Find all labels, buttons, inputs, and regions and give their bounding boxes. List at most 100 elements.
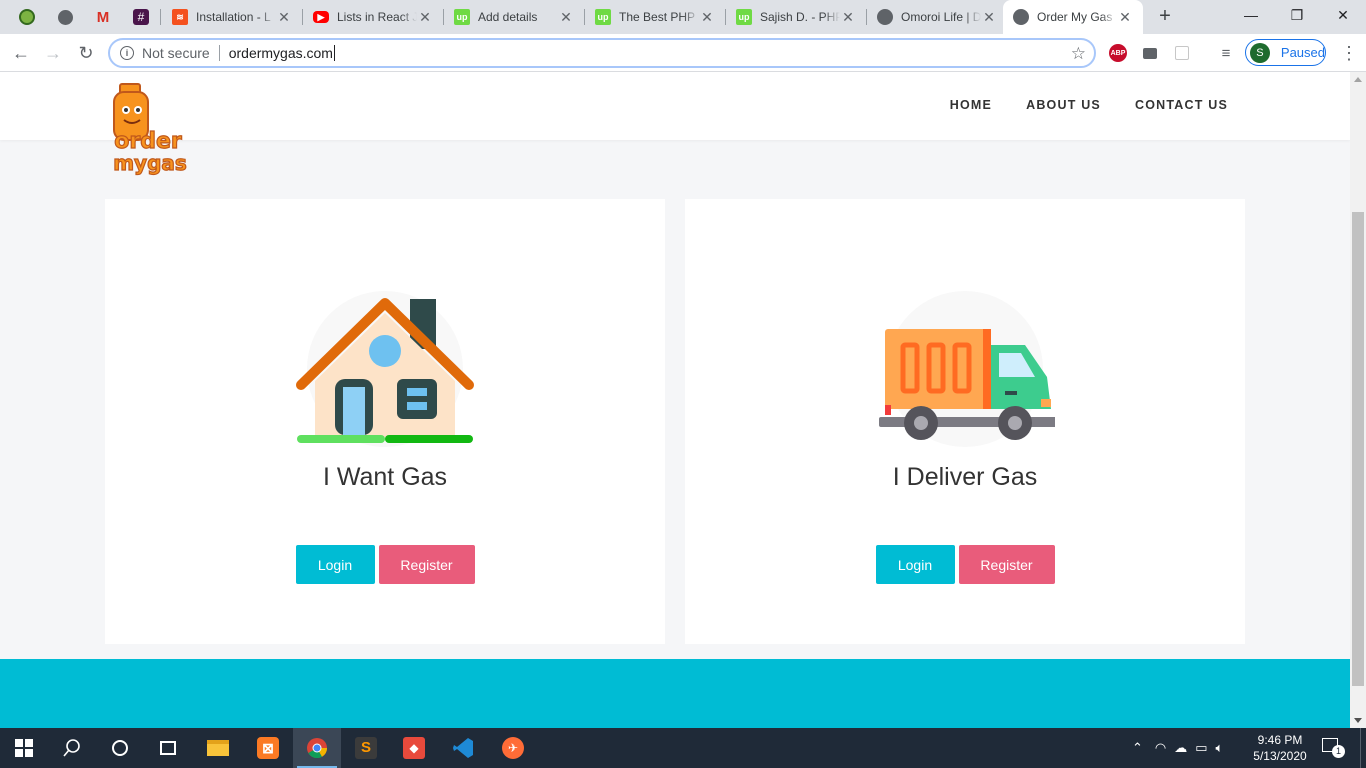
cloud-icon[interactable]: ☁	[1174, 740, 1187, 756]
close-icon[interactable]: ✕	[1117, 9, 1133, 25]
close-icon[interactable]: ✕	[981, 9, 997, 25]
login-button[interactable]: Login	[875, 545, 955, 584]
tab-installation[interactable]: ≋ Installation - L ✕	[162, 0, 302, 34]
svg-text:mygas: mygas	[113, 151, 187, 175]
folder-icon	[207, 740, 229, 756]
tab-sajish[interactable]: up Sajish D. - PHP ✕	[726, 0, 866, 34]
menu-button[interactable]: ⋮	[1336, 40, 1362, 66]
bookmark-star-icon[interactable]: ☆	[1071, 44, 1086, 64]
extension-button[interactable]	[1172, 43, 1192, 63]
upwork-icon: up	[454, 9, 470, 25]
globe-icon	[877, 9, 893, 25]
scroll-thumb[interactable]	[1352, 212, 1364, 686]
camera-extension[interactable]	[1140, 43, 1160, 63]
register-button[interactable]: Register	[958, 545, 1055, 584]
url-text[interactable]: ordermygas.com	[229, 45, 333, 61]
pinned-tab-extension[interactable]	[8, 0, 46, 34]
nav-about-us[interactable]: ABOUT US	[1026, 98, 1101, 112]
reading-list-button[interactable]: ≡	[1216, 43, 1236, 63]
nav-contact-us[interactable]: CONTACT US	[1135, 98, 1228, 112]
tab-title: Order My Gas	[1037, 10, 1113, 24]
tab-title: Add details	[478, 10, 538, 24]
xampp-icon: ⊠	[257, 737, 279, 759]
windows-taskbar: ⊠ S ◆ ✈ ⌃ ◠ ☁ ▭ 🔈︎ 9:46 PM 5/13/2020 1	[0, 728, 1366, 768]
text-caret	[333, 45, 335, 61]
tab-lists-in-react[interactable]: ▶ Lists in React J ✕	[303, 0, 443, 34]
download-icon	[19, 9, 35, 25]
forward-button[interactable]: →	[40, 40, 66, 66]
close-window-button[interactable]: ✕	[1320, 0, 1366, 30]
task-view-button[interactable]	[144, 728, 192, 768]
tab-add-details[interactable]: up Add details ✕	[444, 0, 584, 34]
playlist-icon: ≡	[1221, 44, 1231, 62]
close-icon[interactable]: ✕	[276, 9, 292, 25]
security-label: Not secure	[142, 45, 210, 61]
delivery-truck-icon	[879, 291, 1055, 447]
browser-toolbar: ← → ↻ i Not secure ordermygas.com ☆ ABP …	[0, 34, 1366, 72]
xampp-button[interactable]: ⊠	[244, 728, 292, 768]
arrow-right-icon: →	[44, 42, 62, 63]
pinned-tab-slack[interactable]: #	[122, 0, 160, 34]
action-center-button[interactable]: 1	[1322, 738, 1345, 758]
vscode-button[interactable]	[439, 728, 487, 768]
nav-home[interactable]: HOME	[950, 98, 992, 112]
globe-icon	[57, 9, 73, 25]
upwork-icon: up	[595, 9, 611, 25]
youtube-icon: ▶	[313, 11, 329, 23]
chrome-taskbar-button[interactable]	[293, 728, 341, 768]
search-button[interactable]	[48, 728, 96, 768]
site-logo[interactable]: order mygas	[102, 82, 194, 178]
git-app-button[interactable]: ◆	[390, 728, 438, 768]
adblock-extension[interactable]: ABP	[1108, 43, 1128, 63]
close-icon[interactable]: ✕	[699, 9, 715, 25]
postman-icon: ✈	[502, 737, 524, 759]
clock-date: 5/13/2020	[1253, 749, 1307, 763]
deliver-gas-card: I Deliver Gas Login Register	[685, 199, 1245, 644]
gas-cylinder-mascot-icon: order mygas	[113, 83, 187, 176]
system-clock[interactable]: 9:46 PM 5/13/2020	[1252, 732, 1308, 764]
upwork-icon: up	[736, 9, 752, 25]
scroll-up-arrow[interactable]	[1354, 77, 1362, 82]
volume-icon[interactable]: 🔈︎	[1216, 740, 1224, 756]
back-button[interactable]: ←	[8, 40, 34, 66]
address-bar[interactable]: i Not secure ordermygas.com ☆	[108, 38, 1096, 68]
tab-title: The Best PHP	[619, 10, 696, 24]
close-icon[interactable]: ✕	[840, 9, 856, 25]
scroll-down-arrow[interactable]	[1354, 718, 1362, 723]
close-icon[interactable]: ✕	[558, 9, 574, 25]
cortana-button[interactable]	[96, 728, 144, 768]
git-icon: ◆	[403, 737, 425, 759]
globe-icon	[1013, 9, 1029, 25]
postman-button[interactable]: ✈	[489, 728, 537, 768]
reload-button[interactable]: ↻	[73, 40, 99, 66]
pinned-tab-gmail[interactable]: M	[84, 0, 122, 34]
new-tab-button[interactable]: +	[1154, 6, 1176, 28]
sublime-text-button[interactable]: S	[342, 728, 390, 768]
card-actions: Login Register	[685, 545, 1245, 584]
more-vertical-icon: ⋮	[1340, 42, 1358, 63]
show-desktop-button[interactable]	[1360, 728, 1366, 768]
minimize-button[interactable]: —	[1228, 0, 1274, 30]
avatar: S	[1250, 42, 1270, 63]
close-icon[interactable]: ✕	[417, 9, 433, 25]
page-scrollbar[interactable]	[1350, 72, 1366, 728]
tab-order-my-gas[interactable]: Order My Gas ✕	[1003, 0, 1143, 34]
gmail-icon: M	[96, 8, 110, 26]
pinned-tab-globe[interactable]	[46, 0, 84, 34]
restore-button[interactable]: ❐	[1274, 0, 1320, 30]
adblock-icon: ABP	[1109, 44, 1127, 62]
slack-icon: #	[133, 9, 149, 25]
info-icon[interactable]: i	[120, 46, 134, 60]
tab-best-php[interactable]: up The Best PHP ✕	[585, 0, 725, 34]
register-button[interactable]: Register	[378, 545, 475, 584]
profile-button[interactable]: S Paused	[1245, 39, 1326, 66]
wifi-icon[interactable]: ◠	[1155, 740, 1166, 756]
login-button[interactable]: Login	[295, 545, 375, 584]
reload-icon: ↻	[78, 42, 94, 63]
tab-omoroi[interactable]: Omoroi Life | D ✕	[867, 0, 1007, 34]
search-icon	[63, 739, 80, 757]
start-button[interactable]	[0, 728, 48, 768]
file-explorer-button[interactable]	[194, 728, 242, 768]
chevron-up-icon[interactable]: ⌃	[1132, 740, 1143, 756]
battery-icon[interactable]: ▭	[1195, 740, 1207, 756]
